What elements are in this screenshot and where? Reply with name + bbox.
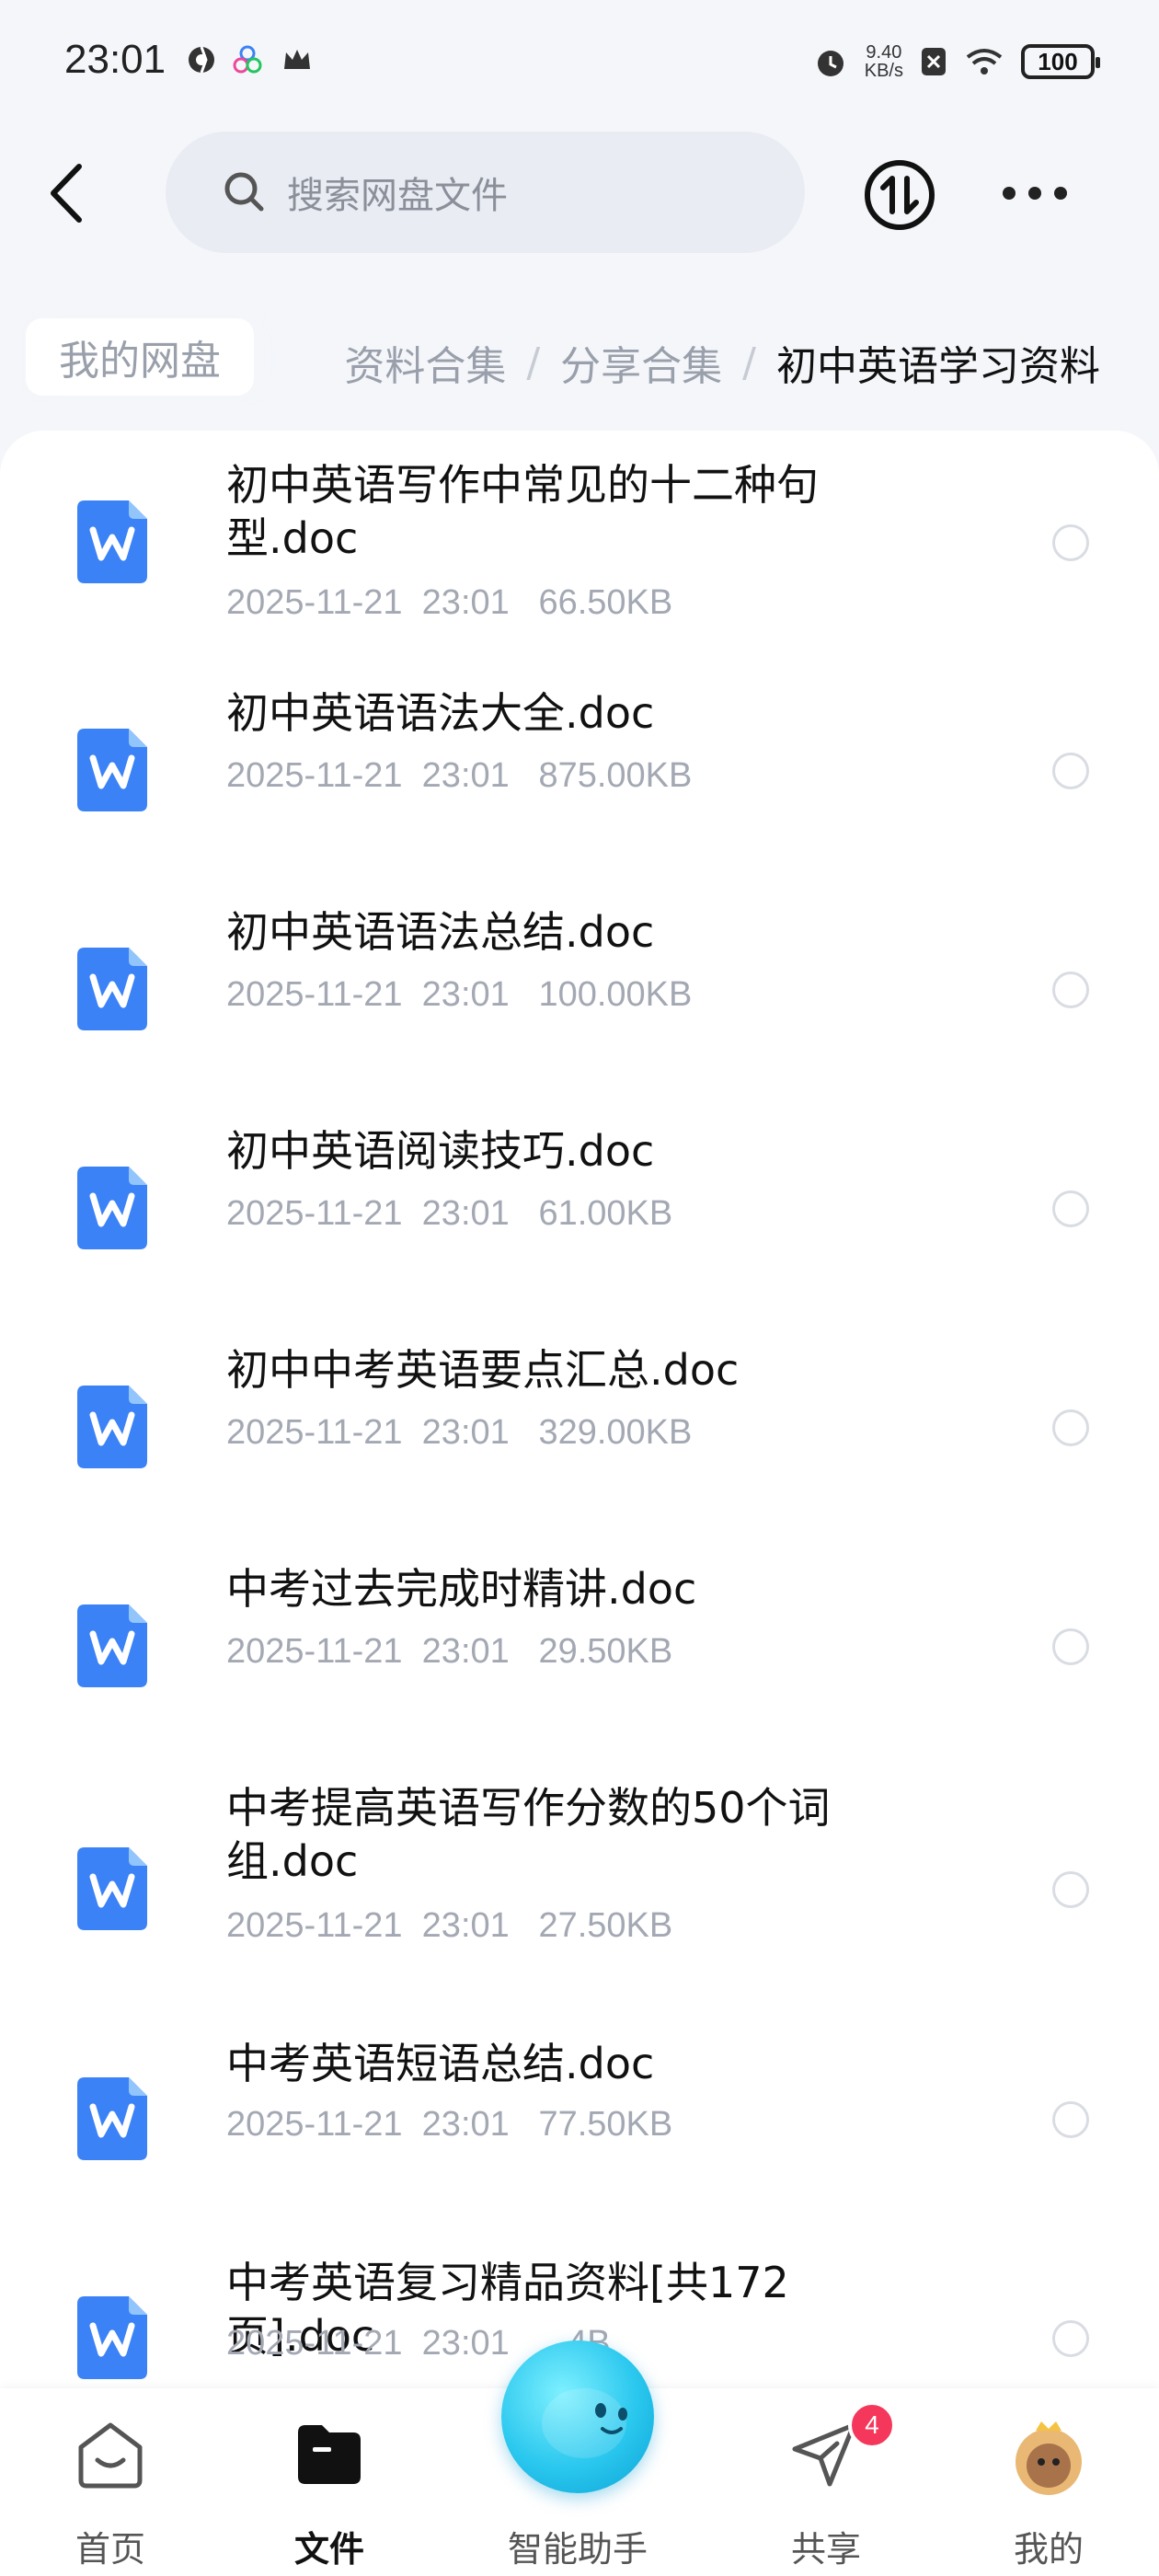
- home-icon: [78, 2422, 143, 2489]
- word-doc-icon: [77, 500, 147, 583]
- word-doc-icon: [77, 1847, 147, 1930]
- breadcrumb-current: 初中英语学习资料: [776, 343, 1100, 390]
- file-name: 初中英语语法大全.doc: [226, 688, 655, 738]
- search-input[interactable]: 搜索网盘文件: [166, 132, 805, 253]
- back-button[interactable]: [46, 156, 101, 230]
- file-name: 初中中考英语要点汇总.doc: [226, 1345, 740, 1395]
- wifi-icon: [966, 49, 1003, 75]
- folder-icon: [298, 2425, 361, 2484]
- alarm-icon: [817, 51, 843, 76]
- word-doc-icon: [77, 2077, 147, 2160]
- select-radio[interactable]: [1052, 1190, 1089, 1227]
- nav-assistant-label: 智能助手: [507, 2529, 648, 2570]
- breadcrumb-separator: /: [742, 339, 756, 386]
- more-icon-dot: [1054, 187, 1067, 200]
- file-meta: 2025-11-21 23:01 100.00KB: [226, 975, 693, 1014]
- no-sim-icon: [922, 48, 946, 75]
- app-notification-icon: [233, 45, 262, 74]
- file-name: 初中英语语法总结.doc: [226, 907, 655, 957]
- nav-share-label: 共享: [790, 2529, 861, 2570]
- crown-icon: [284, 50, 310, 69]
- file-meta: 2025-11-21 23:01 61.00KB: [226, 1194, 673, 1233]
- select-radio[interactable]: [1052, 1409, 1089, 1446]
- select-radio[interactable]: [1052, 972, 1089, 1008]
- search-icon: [224, 172, 264, 212]
- network-speed: 9.40 KB/s: [864, 42, 903, 81]
- file-name: 初中英语写作中常见的十二种句型.doc: [226, 460, 819, 563]
- vpn-icon: [189, 46, 214, 74]
- notification-badge: 4: [848, 2401, 896, 2449]
- transfer-button[interactable]: [863, 158, 936, 232]
- word-doc-icon: [77, 729, 147, 811]
- nav-files-label: 文件: [293, 2529, 364, 2570]
- nav-home-label: 首页: [75, 2529, 145, 2570]
- word-doc-icon: [77, 1167, 147, 1249]
- status-indicators: 9.40 KB/s 100: [813, 39, 1100, 85]
- more-icon-dot: [1003, 187, 1016, 200]
- select-radio[interactable]: [1052, 2101, 1089, 2138]
- file-meta: 2025-11-21 23:01 77.50KB: [226, 2105, 673, 2144]
- nav-me-label: 我的: [1013, 2529, 1084, 2570]
- select-radio[interactable]: [1052, 524, 1089, 561]
- transfer-icon: [865, 160, 935, 230]
- status-bar: 23:01 9.40 KB/s 100: [0, 0, 1159, 120]
- breadcrumb: 资料合集 / 分享合集 / 初中英语学习资料 我的网盘: [0, 313, 1159, 405]
- select-radio[interactable]: [1052, 1871, 1089, 1908]
- file-name: 中考提高英语写作分数的50个词组.doc: [226, 1783, 831, 1886]
- select-radio[interactable]: [1052, 1628, 1089, 1665]
- file-meta: 2025-11-21 23:01 29.50KB: [226, 1632, 673, 1671]
- breadcrumb-item[interactable]: 资料合集: [344, 333, 506, 392]
- more-button[interactable]: [1003, 175, 1067, 212]
- search-placeholder: 搜索网盘文件: [287, 175, 508, 217]
- select-radio[interactable]: [1052, 2320, 1089, 2357]
- file-meta: 2025-11-21 23:01 329.00KB: [226, 1413, 693, 1452]
- breadcrumb-item[interactable]: 分享合集: [560, 333, 722, 392]
- word-doc-icon: [77, 948, 147, 1030]
- word-doc-icon: [77, 1386, 147, 1468]
- status-time: 23:01: [64, 37, 166, 82]
- file-name: 中考英语短语总结.doc: [226, 2039, 655, 2088]
- avatar: [1016, 2421, 1082, 2495]
- assistant-button[interactable]: [501, 2340, 654, 2493]
- breadcrumb-track: 资料合集 / 分享合集 / 初中英语学习资料: [344, 333, 1100, 392]
- select-radio[interactable]: [1052, 753, 1089, 789]
- more-icon-dot: [1028, 187, 1041, 200]
- file-meta: 2025-11-21 23:01 66.50KB: [226, 583, 673, 622]
- breadcrumb-root[interactable]: 我的网盘: [26, 318, 254, 396]
- assistant-mascot-icon: [542, 2388, 627, 2458]
- word-doc-icon: [77, 2296, 147, 2379]
- breadcrumb-separator: /: [526, 339, 541, 386]
- file-meta: 2025-11-21 23:01 27.50KB: [226, 1906, 673, 1945]
- battery-indicator: 100: [1021, 44, 1100, 79]
- file-name: 中考过去完成时精讲.doc: [226, 1564, 697, 1614]
- file-meta: 2025-11-21 23:01 875.00KB: [226, 756, 693, 795]
- word-doc-icon: [77, 1604, 147, 1687]
- back-arrow-icon: [51, 164, 82, 223]
- file-list: 初中英语写作中常见的十二种句型.doc 2025-11-21 23:01 66.…: [0, 431, 1159, 2576]
- file-name: 初中英语阅读技巧.doc: [226, 1126, 655, 1176]
